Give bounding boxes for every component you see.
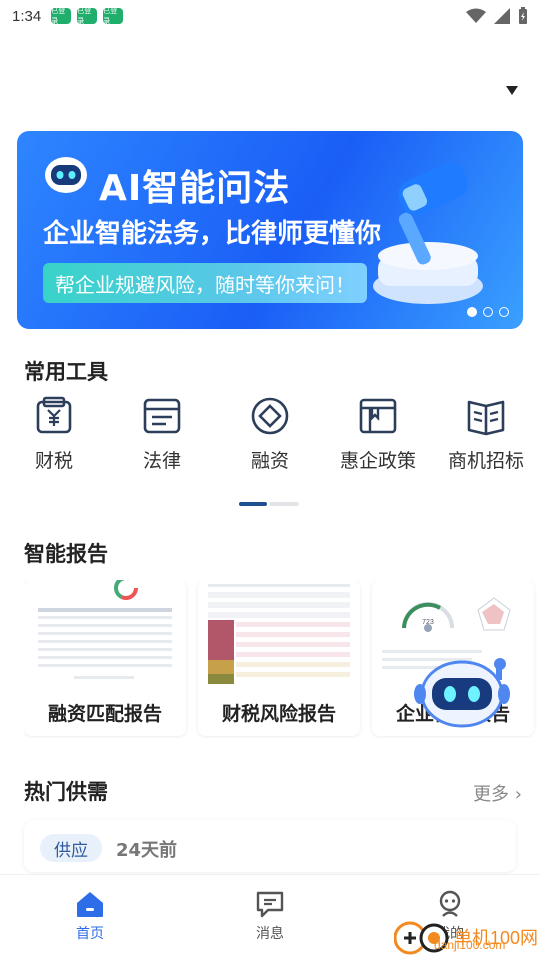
tool-item-bidding[interactable]: 商机招标 [432,396,540,476]
robot-mascot-icon [45,157,87,193]
tools-pager [239,502,299,506]
banner-pill: 帮企业规避风险，随时等你来问！ [43,263,367,303]
supply-card[interactable]: 供应 24天前 [24,820,516,872]
report-preview-image [208,580,350,686]
tools-grid: 财税 法律 融资 惠企政策 商机招标 [0,396,540,476]
notification-badge-icon: 已登录 [103,8,124,25]
dropdown-caret-icon[interactable] [506,86,518,95]
banner-subtitle: 企业智能法务，比律师更懂你 [43,219,382,249]
tool-item-law[interactable]: 法律 [108,396,216,476]
pager-active-segment [239,502,267,506]
status-icons [466,7,528,25]
report-card-label: 融资匹配报告 [47,703,162,725]
tool-item-policy[interactable]: 惠企政策 [324,396,432,476]
gauge-value: 723 [422,619,434,626]
tab-home[interactable]: 首页 [0,875,180,960]
banner-pagination [467,307,509,317]
law-document-icon [143,398,181,434]
tab-label: 首页 [76,926,104,942]
watermark-url: danji100.com [434,938,506,952]
wifi-icon [466,8,486,23]
tools-section-title: 常用工具 [24,360,108,384]
tax-document-icon [36,396,72,434]
policy-book-icon [359,398,397,434]
status-bar: 1:34 已登录 已登录 已登录 [0,0,540,32]
report-card-label: 财税风险报告 [221,703,336,725]
report-card-tax-risk[interactable]: 财税风险报告 [198,580,360,736]
chevron-right-icon: › [514,784,522,805]
tool-label: 惠企政策 [339,450,416,472]
signal-icon [494,8,510,24]
status-time: 1:34 [12,7,42,25]
financing-diamond-icon [251,397,289,435]
notification-badge-icon: 已登录 [51,8,72,25]
supply-tag: 供应 [40,834,102,862]
more-link-label: 更多 [473,784,510,805]
home-icon [77,892,103,917]
tool-item-tax[interactable]: 财税 [0,396,108,476]
ai-assistant-robot-icon[interactable] [412,650,512,732]
tool-label: 融资 [250,450,289,472]
tool-item-financing[interactable]: 融资 [216,396,324,476]
profile-icon [439,890,461,917]
tool-label: 商机招标 [447,450,524,472]
tool-label: 财税 [34,450,73,472]
more-link[interactable]: 更多 › [473,780,522,806]
pagination-dot[interactable] [499,307,509,317]
promo-banner[interactable]: AI智能问法 企业智能法务，比律师更懂你 帮企业规避风险，随时等你来问！ [17,131,523,329]
pagination-dot[interactable] [483,307,493,317]
report-preview-image [34,580,176,686]
pagination-dot[interactable] [467,307,477,317]
pager-inactive-segment [269,502,299,506]
bidding-book-icon [467,400,505,436]
message-icon [256,891,284,918]
tool-label: 法律 [142,450,181,472]
notification-badge-icon: 已登录 [77,8,98,25]
reports-section-title: 智能报告 [24,542,108,566]
supply-time-ago: 24天前 [116,840,178,861]
report-card-financing[interactable]: 融资匹配报告 [24,580,186,736]
supply-section-title: 热门供需 [24,780,108,804]
tab-messages[interactable]: 消息 [180,875,360,960]
banner-title: AI智能问法 [99,168,291,209]
tab-label: 消息 [256,926,284,942]
gavel-icon [373,162,483,304]
battery-icon [519,7,527,24]
